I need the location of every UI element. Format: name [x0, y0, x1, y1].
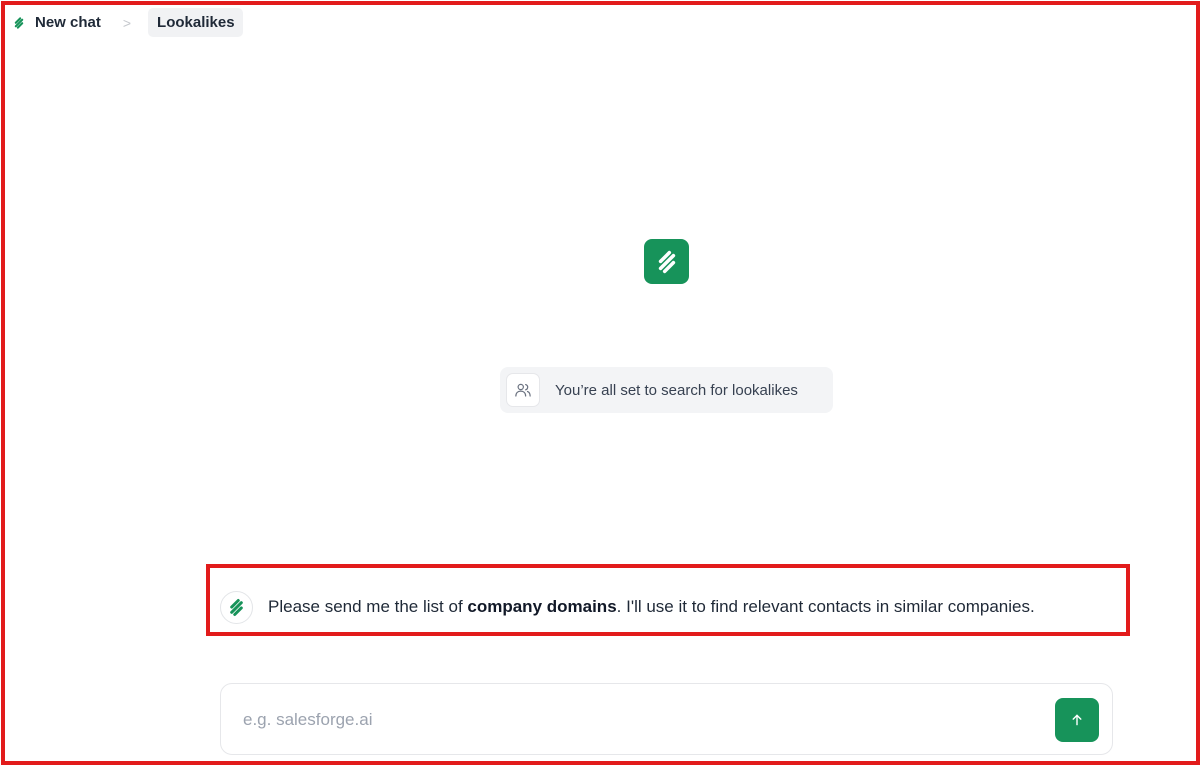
- breadcrumb-lookalikes[interactable]: Lookalikes: [148, 8, 243, 37]
- chat-input-container: [220, 683, 1113, 755]
- breadcrumb-label: Lookalikes: [157, 14, 235, 31]
- status-text: You’re all set to search for lookalikes: [555, 381, 798, 399]
- app-logo: [644, 239, 689, 284]
- assistant-message-text: Please send me the list of company domai…: [268, 597, 1035, 617]
- send-button[interactable]: [1055, 698, 1099, 742]
- message-bold: company domains: [467, 597, 617, 616]
- salesforge-logo-icon: [14, 16, 24, 29]
- breadcrumb-label: New chat: [35, 14, 101, 31]
- assistant-avatar: [220, 590, 253, 624]
- message-prefix: Please send me the list of: [268, 597, 468, 616]
- salesforge-logo-icon: [658, 250, 675, 273]
- chat-input[interactable]: [243, 706, 1023, 734]
- breadcrumb-separator: >: [122, 14, 132, 31]
- users-icon: [515, 383, 531, 397]
- status-pill: You’re all set to search for lookalikes: [500, 367, 833, 413]
- salesforge-logo-icon: [230, 598, 243, 616]
- message-suffix: . I'll use it to find relevant contacts …: [616, 597, 1035, 616]
- arrow-up-icon: [1072, 714, 1082, 726]
- breadcrumb-new-chat[interactable]: New chat: [12, 8, 101, 37]
- breadcrumb: New chat > Lookalikes: [12, 8, 243, 37]
- status-icon-box: [506, 373, 540, 407]
- assistant-message: Please send me the list of company domai…: [220, 589, 1035, 625]
